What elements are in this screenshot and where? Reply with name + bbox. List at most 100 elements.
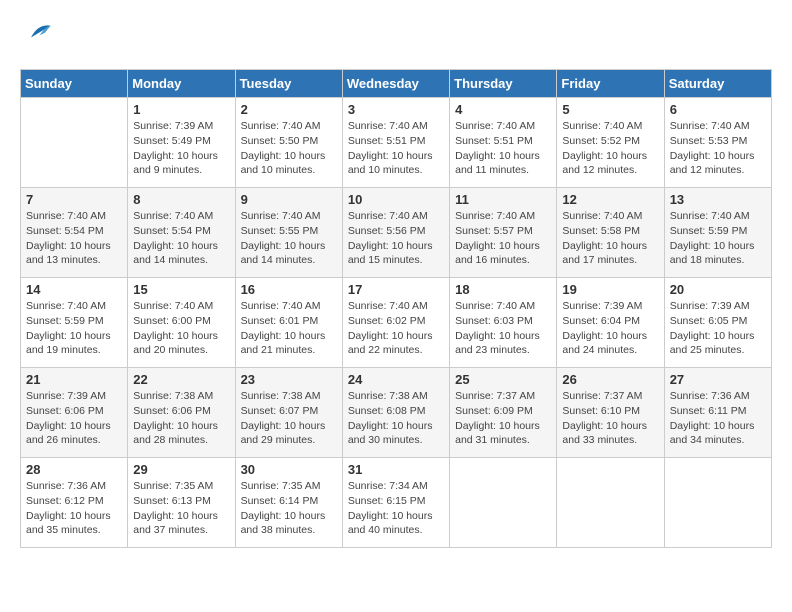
logo — [20, 20, 52, 53]
calendar-table: SundayMondayTuesdayWednesdayThursdayFrid… — [20, 69, 772, 548]
day-info: Sunrise: 7:40 AM Sunset: 5:52 PM Dayligh… — [562, 119, 658, 178]
day-number: 27 — [670, 372, 766, 387]
day-number: 3 — [348, 102, 444, 117]
day-number: 17 — [348, 282, 444, 297]
calendar-cell — [664, 458, 771, 548]
day-number: 16 — [241, 282, 337, 297]
calendar-cell: 3 Sunrise: 7:40 AM Sunset: 5:51 PM Daylig… — [342, 98, 449, 188]
column-header-monday: Monday — [128, 70, 235, 98]
day-number: 5 — [562, 102, 658, 117]
day-info: Sunrise: 7:40 AM Sunset: 6:02 PM Dayligh… — [348, 299, 444, 358]
day-number: 8 — [133, 192, 229, 207]
calendar-cell: 27 Sunrise: 7:36 AM Sunset: 6:11 PM Dayli… — [664, 368, 771, 458]
day-info: Sunrise: 7:40 AM Sunset: 5:51 PM Dayligh… — [455, 119, 551, 178]
calendar-cell: 22 Sunrise: 7:38 AM Sunset: 6:06 PM Dayli… — [128, 368, 235, 458]
day-info: Sunrise: 7:40 AM Sunset: 6:03 PM Dayligh… — [455, 299, 551, 358]
day-info: Sunrise: 7:38 AM Sunset: 6:06 PM Dayligh… — [133, 389, 229, 448]
day-info: Sunrise: 7:40 AM Sunset: 5:59 PM Dayligh… — [26, 299, 122, 358]
day-number: 26 — [562, 372, 658, 387]
calendar-cell — [21, 98, 128, 188]
day-info: Sunrise: 7:38 AM Sunset: 6:08 PM Dayligh… — [348, 389, 444, 448]
day-info: Sunrise: 7:40 AM Sunset: 5:56 PM Dayligh… — [348, 209, 444, 268]
day-number: 2 — [241, 102, 337, 117]
calendar-week-row: 7 Sunrise: 7:40 AM Sunset: 5:54 PM Daylig… — [21, 188, 772, 278]
day-number: 18 — [455, 282, 551, 297]
day-number: 28 — [26, 462, 122, 477]
calendar-cell: 31Sunrise: 7:34 AM Sunset: 6:15 PM Dayli… — [342, 458, 449, 548]
day-info: Sunrise: 7:40 AM Sunset: 5:54 PM Dayligh… — [133, 209, 229, 268]
day-number: 7 — [26, 192, 122, 207]
day-info: Sunrise: 7:40 AM Sunset: 5:54 PM Dayligh… — [26, 209, 122, 268]
calendar-cell: 14Sunrise: 7:40 AM Sunset: 5:59 PM Dayli… — [21, 278, 128, 368]
day-info: Sunrise: 7:37 AM Sunset: 6:09 PM Dayligh… — [455, 389, 551, 448]
day-number: 11 — [455, 192, 551, 207]
column-header-tuesday: Tuesday — [235, 70, 342, 98]
day-number: 23 — [241, 372, 337, 387]
day-info: Sunrise: 7:40 AM Sunset: 6:01 PM Dayligh… — [241, 299, 337, 358]
page-header — [20, 20, 772, 53]
day-number: 6 — [670, 102, 766, 117]
day-number: 25 — [455, 372, 551, 387]
calendar-cell: 17 Sunrise: 7:40 AM Sunset: 6:02 PM Dayli… — [342, 278, 449, 368]
day-number: 10 — [348, 192, 444, 207]
column-header-wednesday: Wednesday — [342, 70, 449, 98]
calendar-cell — [557, 458, 664, 548]
day-number: 19 — [562, 282, 658, 297]
day-number: 9 — [241, 192, 337, 207]
calendar-cell: 6 Sunrise: 7:40 AM Sunset: 5:53 PM Daylig… — [664, 98, 771, 188]
calendar-week-row: 21 Sunrise: 7:39 AM Sunset: 6:06 PM Dayli… — [21, 368, 772, 458]
day-info: Sunrise: 7:40 AM Sunset: 5:59 PM Dayligh… — [670, 209, 766, 268]
day-info: Sunrise: 7:36 AM Sunset: 6:12 PM Dayligh… — [26, 479, 122, 538]
calendar-cell: 24Sunrise: 7:38 AM Sunset: 6:08 PM Dayli… — [342, 368, 449, 458]
day-info: Sunrise: 7:35 AM Sunset: 6:13 PM Dayligh… — [133, 479, 229, 538]
calendar-cell: 25 Sunrise: 7:37 AM Sunset: 6:09 PM Dayli… — [450, 368, 557, 458]
day-info: Sunrise: 7:35 AM Sunset: 6:14 PM Dayligh… — [241, 479, 337, 538]
calendar-cell: 16 Sunrise: 7:40 AM Sunset: 6:01 PM Dayli… — [235, 278, 342, 368]
calendar-cell: 5 Sunrise: 7:40 AM Sunset: 5:52 PM Daylig… — [557, 98, 664, 188]
logo-bird-icon — [24, 20, 52, 48]
column-header-friday: Friday — [557, 70, 664, 98]
day-number: 29 — [133, 462, 229, 477]
calendar-week-row: 1Sunrise: 7:39 AM Sunset: 5:49 PM Daylig… — [21, 98, 772, 188]
day-info: Sunrise: 7:39 AM Sunset: 5:49 PM Dayligh… — [133, 119, 229, 178]
calendar-cell: 9 Sunrise: 7:40 AM Sunset: 5:55 PM Daylig… — [235, 188, 342, 278]
day-number: 4 — [455, 102, 551, 117]
day-info: Sunrise: 7:40 AM Sunset: 5:58 PM Dayligh… — [562, 209, 658, 268]
calendar-cell: 29 Sunrise: 7:35 AM Sunset: 6:13 PM Dayli… — [128, 458, 235, 548]
calendar-cell: 2 Sunrise: 7:40 AM Sunset: 5:50 PM Daylig… — [235, 98, 342, 188]
day-info: Sunrise: 7:40 AM Sunset: 6:00 PM Dayligh… — [133, 299, 229, 358]
calendar-cell: 28 Sunrise: 7:36 AM Sunset: 6:12 PM Dayli… — [21, 458, 128, 548]
day-number: 12 — [562, 192, 658, 207]
calendar-cell: 10 Sunrise: 7:40 AM Sunset: 5:56 PM Dayli… — [342, 188, 449, 278]
day-number: 21 — [26, 372, 122, 387]
day-info: Sunrise: 7:40 AM Sunset: 5:57 PM Dayligh… — [455, 209, 551, 268]
day-info: Sunrise: 7:40 AM Sunset: 5:51 PM Dayligh… — [348, 119, 444, 178]
day-info: Sunrise: 7:39 AM Sunset: 6:06 PM Dayligh… — [26, 389, 122, 448]
calendar-cell: 15 Sunrise: 7:40 AM Sunset: 6:00 PM Dayli… — [128, 278, 235, 368]
day-info: Sunrise: 7:40 AM Sunset: 5:50 PM Dayligh… — [241, 119, 337, 178]
column-header-sunday: Sunday — [21, 70, 128, 98]
calendar-cell: 30 Sunrise: 7:35 AM Sunset: 6:14 PM Dayli… — [235, 458, 342, 548]
day-number: 20 — [670, 282, 766, 297]
calendar-week-row: 28 Sunrise: 7:36 AM Sunset: 6:12 PM Dayli… — [21, 458, 772, 548]
calendar-cell: 4 Sunrise: 7:40 AM Sunset: 5:51 PM Daylig… — [450, 98, 557, 188]
calendar-cell: 8 Sunrise: 7:40 AM Sunset: 5:54 PM Daylig… — [128, 188, 235, 278]
calendar-cell: 20 Sunrise: 7:39 AM Sunset: 6:05 PM Dayli… — [664, 278, 771, 368]
day-number: 13 — [670, 192, 766, 207]
day-info: Sunrise: 7:34 AM Sunset: 6:15 PM Dayligh… — [348, 479, 444, 538]
calendar-cell: 19Sunrise: 7:39 AM Sunset: 6:04 PM Dayli… — [557, 278, 664, 368]
day-info: Sunrise: 7:36 AM Sunset: 6:11 PM Dayligh… — [670, 389, 766, 448]
calendar-cell: 11 Sunrise: 7:40 AM Sunset: 5:57 PM Dayli… — [450, 188, 557, 278]
day-info: Sunrise: 7:40 AM Sunset: 5:55 PM Dayligh… — [241, 209, 337, 268]
calendar-cell: 7 Sunrise: 7:40 AM Sunset: 5:54 PM Daylig… — [21, 188, 128, 278]
day-number: 30 — [241, 462, 337, 477]
day-info: Sunrise: 7:40 AM Sunset: 5:53 PM Dayligh… — [670, 119, 766, 178]
calendar-cell: 13 Sunrise: 7:40 AM Sunset: 5:59 PM Dayli… — [664, 188, 771, 278]
day-info: Sunrise: 7:39 AM Sunset: 6:05 PM Dayligh… — [670, 299, 766, 358]
day-number: 15 — [133, 282, 229, 297]
day-number: 22 — [133, 372, 229, 387]
calendar-cell: 1Sunrise: 7:39 AM Sunset: 5:49 PM Daylig… — [128, 98, 235, 188]
calendar-cell: 23Sunrise: 7:38 AM Sunset: 6:07 PM Dayli… — [235, 368, 342, 458]
calendar-cell: 21 Sunrise: 7:39 AM Sunset: 6:06 PM Dayli… — [21, 368, 128, 458]
day-info: Sunrise: 7:37 AM Sunset: 6:10 PM Dayligh… — [562, 389, 658, 448]
